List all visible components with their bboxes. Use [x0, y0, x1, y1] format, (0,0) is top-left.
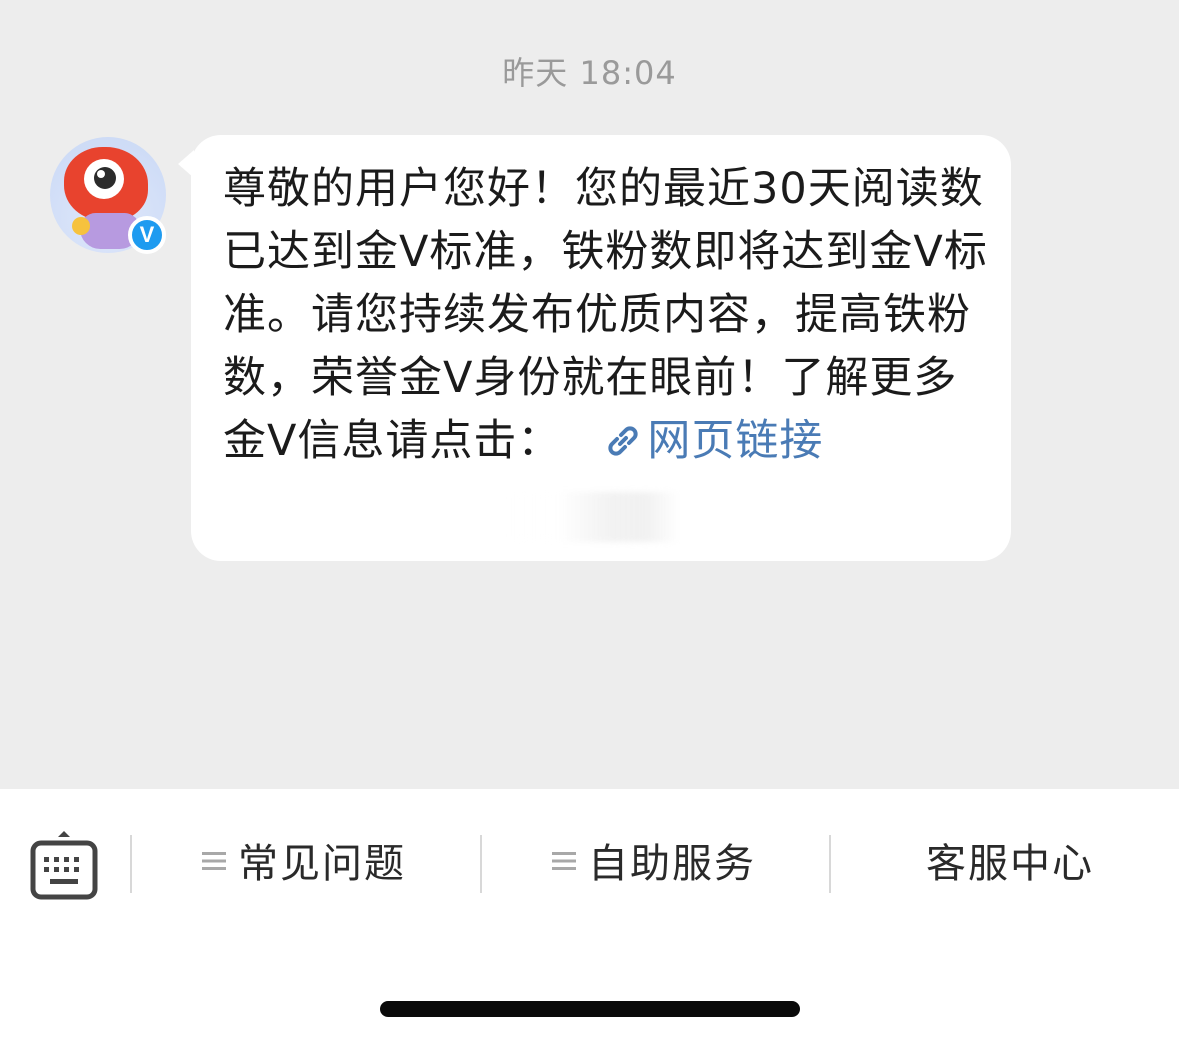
mascot-thumbs-up: [72, 217, 90, 235]
toolbar-divider: [829, 835, 831, 893]
mascot-eye-glint: [97, 170, 105, 178]
link-icon: [608, 426, 639, 456]
web-link[interactable]: 网页链接: [603, 416, 823, 466]
toolbar-divider: [480, 835, 482, 893]
message-text: 尊敬的用户您好！您的最近30天阅读数已达到金V标准，铁粉数即将达到金V标准。请您…: [223, 158, 993, 473]
menu-lines-icon: [552, 852, 576, 870]
customer-service-label: 客服中心: [926, 841, 1094, 887]
message-timestamp: 昨天 18:04: [502, 54, 677, 92]
chat-area: 昨天 18:04 V 尊敬的用户您好！您的最近30天阅读数已达到金V标准，铁粉数…: [0, 0, 1179, 789]
self-service-menu-button[interactable]: 自助服务: [552, 835, 756, 893]
customer-service-button[interactable]: 客服中心: [926, 835, 1094, 893]
home-indicator[interactable]: [380, 1001, 800, 1017]
faq-menu-button[interactable]: 常见问题: [202, 835, 406, 893]
toolbar-divider: [130, 835, 132, 893]
menu-lines-icon: [202, 852, 226, 870]
redacted-url-blur: [505, 492, 680, 542]
faq-menu-label: 常见问题: [238, 841, 406, 887]
keyboard-toggle-button[interactable]: [30, 829, 98, 903]
web-link-label: 网页链接: [647, 416, 824, 466]
self-service-menu-label: 自助服务: [588, 841, 756, 887]
bottom-toolbar: 常见问题 自助服务 客服中心: [0, 789, 1179, 939]
verified-badge-icon: V: [128, 216, 166, 254]
keyboard-icon: [30, 831, 98, 900]
